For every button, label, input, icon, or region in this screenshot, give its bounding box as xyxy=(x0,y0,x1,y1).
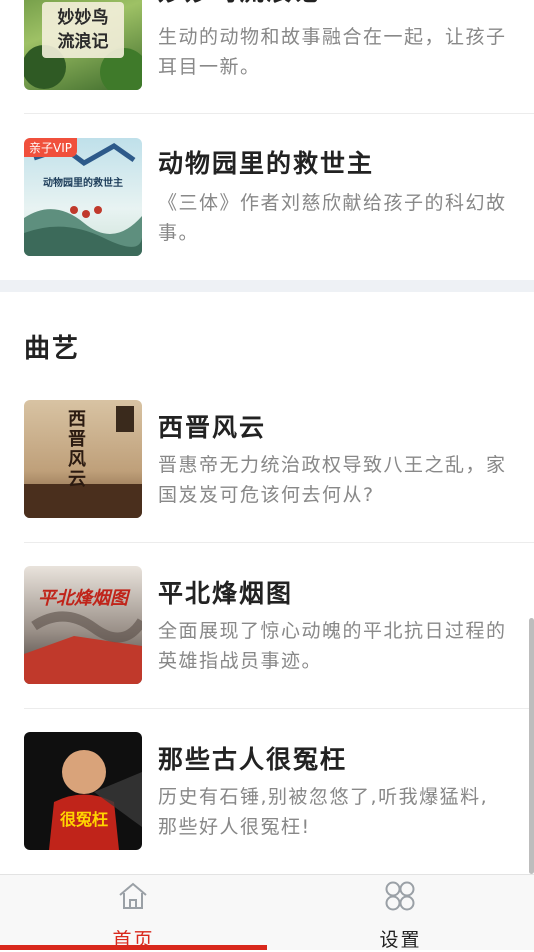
cover-title: 平北烽烟图 xyxy=(38,588,128,609)
tab-home[interactable]: 首页 xyxy=(0,875,267,951)
section-title: 曲艺 xyxy=(24,334,81,364)
home-icon xyxy=(119,882,147,909)
section-divider xyxy=(0,280,534,292)
grid-icon xyxy=(385,881,415,911)
cover-title: 妙妙鸟 流浪记 xyxy=(57,8,109,52)
list-item[interactable]: 动物园里的救世主 亲子VIP 动物园里的救世主 《三体》作者刘慈欣献给孩子的科幻… xyxy=(24,138,534,280)
item-title: 妙妙鸟流浪记 xyxy=(158,0,320,8)
scrollbar[interactable] xyxy=(529,618,534,874)
book-cover: 平北烽烟图 xyxy=(24,566,142,684)
vip-badge: 亲子VIP xyxy=(24,138,77,157)
list-item[interactable]: 妙妙鸟 流浪记 妙妙鸟流浪记 生动的动物和故事融合在一起，让孩子耳目一新。 xyxy=(24,0,534,114)
bottom-tab-bar: 首页 设置 xyxy=(0,874,534,951)
list-item[interactable]: 西晋风云 西晋风云 晋惠帝无力统治政权导致八王之乱，家国岌岌可危该何去何从? xyxy=(24,400,534,543)
book-cover: 很冤枉 xyxy=(24,732,142,850)
list-item[interactable]: 平北烽烟图 平北烽烟图 全面展现了惊心动魄的平北抗日过程的英雄指战员事迹。 xyxy=(24,566,534,709)
item-title: 西晋风云 xyxy=(158,413,267,442)
item-description: 《三体》作者刘慈欣献给孩子的科幻故事。 xyxy=(158,192,507,244)
cover-title: 动物园里的救世主 xyxy=(43,178,123,189)
list-item[interactable]: 很冤枉 那些古人很冤枉 历史有石锤,别被忽悠了,听我爆猛料,那些好人很冤枉! xyxy=(24,732,534,874)
cover-title: 很冤枉 xyxy=(59,810,108,829)
tab-settings[interactable]: 设置 xyxy=(267,875,534,951)
book-cover: 西晋风云 xyxy=(24,400,142,518)
book-cover: 妙妙鸟 流浪记 xyxy=(24,0,142,90)
item-description: 晋惠帝无力统治政权导致八王之乱，家国岌岌可危该何去何从? xyxy=(158,454,507,506)
item-description: 全面展现了惊心动魄的平北抗日过程的英雄指战员事迹。 xyxy=(158,620,507,672)
book-cover: 动物园里的救世主 亲子VIP xyxy=(24,138,142,256)
active-tab-indicator xyxy=(0,945,267,950)
item-title: 动物园里的救世主 xyxy=(158,149,375,178)
item-title: 平北烽烟图 xyxy=(158,579,294,608)
cover-art xyxy=(49,750,142,850)
cover-title: 西晋风云 xyxy=(68,409,86,490)
tab-settings-label: 设置 xyxy=(379,929,422,951)
item-title: 那些古人很冤枉 xyxy=(158,745,348,774)
item-description: 历史有石锤,别被忽悠了,听我爆猛料,那些好人很冤枉! xyxy=(158,786,489,838)
item-description: 生动的动物和故事融合在一起，让孩子耳目一新。 xyxy=(158,26,507,78)
